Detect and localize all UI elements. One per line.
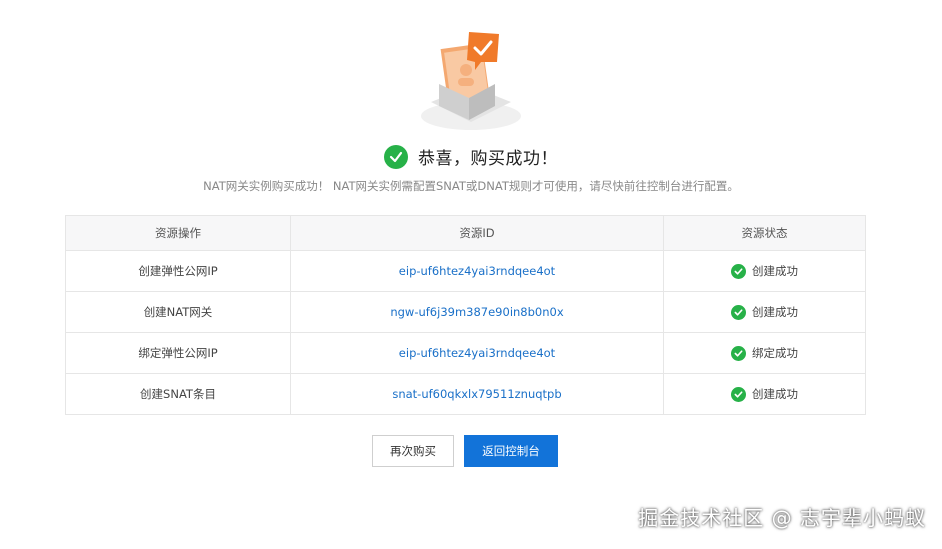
status-label: 创建成功 <box>752 387 798 401</box>
operation-cell: 绑定弹性公网IP <box>65 332 291 374</box>
check-circle-icon <box>731 345 746 361</box>
column-header-operation: 资源操作 <box>65 215 291 251</box>
success-subtitle: NAT网关实例购买成功！ NAT网关实例需配置SNAT或DNAT规则才可使用，请… <box>203 179 739 193</box>
check-circle-icon <box>384 144 408 169</box>
back-to-console-button[interactable]: 返回控制台 <box>464 435 558 467</box>
check-circle-icon <box>731 304 746 320</box>
status-cell: 创建成功 <box>663 291 866 333</box>
column-header-id: 资源ID <box>290 215 664 251</box>
watermark: 掘金技术社区 @ 志宇辈小蚂蚁 <box>638 506 926 530</box>
status-label: 创建成功 <box>752 264 798 278</box>
purchase-success-illustration-icon <box>421 32 521 130</box>
resource-id-link[interactable]: eip-uf6htez4yai3rndqee4ot <box>290 332 664 374</box>
status-cell: 绑定成功 <box>663 332 866 374</box>
operation-cell: 创建弹性公网IP <box>65 250 291 292</box>
resource-id-link[interactable]: ngw-uf6j39m387e90in8b0n0x <box>290 291 664 333</box>
table-row: 绑定弹性公网IP eip-uf6htez4yai3rndqee4ot 绑定成功 <box>65 332 866 374</box>
operation-cell: 创建SNAT条目 <box>65 373 291 415</box>
column-header-status: 资源状态 <box>663 215 866 251</box>
resource-id-link[interactable]: snat-uf60qkxlx79511znuqtpb <box>290 373 664 415</box>
table-header-row: 资源操作 资源ID 资源状态 <box>65 215 866 251</box>
status-cell: 创建成功 <box>663 373 866 415</box>
table-row: 创建SNAT条目 snat-uf60qkxlx79511znuqtpb 创建成功 <box>65 373 866 415</box>
page-title: 恭喜，购买成功！ <box>418 149 558 169</box>
table-row: 创建NAT网关 ngw-uf6j39m387e90in8b0n0x 创建成功 <box>65 291 866 333</box>
success-illustration <box>0 24 942 134</box>
status-label: 绑定成功 <box>752 346 798 360</box>
resource-table: 资源操作 资源ID 资源状态 创建弹性公网IP eip-uf6htez4yai3… <box>65 215 866 415</box>
success-title-row: 恭喜，购买成功！ <box>0 144 942 169</box>
table-row: 创建弹性公网IP eip-uf6htez4yai3rndqee4ot 创建成功 <box>65 250 866 292</box>
operation-cell: 创建NAT网关 <box>65 291 291 333</box>
buy-again-button[interactable]: 再次购买 <box>372 435 454 467</box>
check-circle-icon <box>731 263 746 279</box>
status-label: 创建成功 <box>752 305 798 319</box>
status-cell: 创建成功 <box>663 250 866 292</box>
resource-id-link[interactable]: eip-uf6htez4yai3rndqee4ot <box>290 250 664 292</box>
check-circle-icon <box>731 386 746 402</box>
